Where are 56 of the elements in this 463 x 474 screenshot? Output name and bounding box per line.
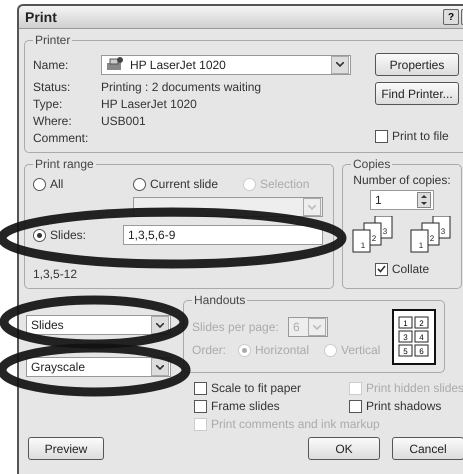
checkbox[interactable]	[374, 262, 388, 276]
checkbox-label: Print shadows	[366, 399, 442, 413]
radio-label: All	[50, 177, 64, 191]
info-value: USB001	[101, 114, 146, 128]
radio-label: Selection	[260, 177, 310, 191]
field-label: Order:	[192, 343, 228, 357]
window-title: Print	[25, 9, 58, 25]
info-label: Status:	[33, 80, 72, 94]
checkbox[interactable]	[194, 382, 207, 394]
checkbox[interactable]	[375, 130, 388, 142]
caret-icon	[313, 324, 321, 330]
copies-label: Number of copies:	[353, 173, 451, 187]
print-what-dropdown[interactable]: Slides	[26, 315, 171, 335]
field-label: Name:	[33, 58, 70, 72]
dialog-button[interactable]: Preview	[28, 437, 104, 460]
caret-icon	[336, 62, 344, 67]
checkbox[interactable]	[349, 400, 362, 412]
radio-button[interactable]	[33, 178, 46, 190]
checkbox[interactable]	[194, 400, 207, 412]
radio-label: Current slide	[150, 177, 218, 191]
checkbox-label: Print comments and ink markup	[211, 417, 380, 431]
caret-icon	[156, 322, 164, 328]
group-legend: Handouts	[192, 293, 248, 307]
color-dropdown[interactable]: Grayscale	[26, 357, 171, 377]
info-label: Where:	[33, 114, 73, 128]
help-button[interactable]: ?	[443, 9, 459, 25]
dialog-button[interactable]: OK	[308, 437, 380, 460]
field-label: Slides per page:	[192, 320, 280, 334]
checkbox-label: Scale to fit paper	[211, 381, 302, 395]
printer-dropdown[interactable]: HP LaserJet 1020	[101, 54, 351, 74]
info-label: Type:	[33, 96, 64, 110]
caret-icon	[308, 204, 316, 210]
copies-spinner[interactable]: 1	[370, 190, 434, 210]
find-printer-button[interactable]: Find Printer...	[375, 82, 459, 105]
group-legend: Printer	[33, 33, 72, 47]
caret-icon	[156, 364, 164, 370]
properties-button[interactable]: Properties	[375, 53, 459, 76]
radio-label: Slides:	[50, 228, 86, 242]
info-value: Printing : 2 documents waiting	[101, 80, 262, 94]
info-value: HP LaserJet 1020	[101, 96, 197, 110]
info-label: Comment:	[33, 130, 90, 144]
radio-label: Vertical	[341, 343, 380, 357]
checkbox-label: Frame slides	[211, 399, 280, 413]
spinner-arrows-icon	[417, 192, 431, 208]
slides-input[interactable]: 1,3,5,6-9	[123, 225, 323, 245]
group-legend: Print range	[33, 157, 96, 171]
range-hint: 1,3,5-12	[33, 267, 78, 281]
dialog-button[interactable]: Cancel	[392, 437, 463, 460]
printer-icon	[106, 56, 124, 72]
radio-button[interactable]	[133, 178, 146, 190]
group-legend: Copies	[351, 157, 392, 171]
checkbox-label: Print to file	[392, 129, 449, 143]
checkbox-label: Collate	[392, 262, 430, 276]
radio-label: Horizontal	[255, 343, 310, 357]
radio-button[interactable]	[33, 228, 46, 242]
handout-layout-drawing: 1 2 3 4 5 6	[392, 309, 436, 365]
